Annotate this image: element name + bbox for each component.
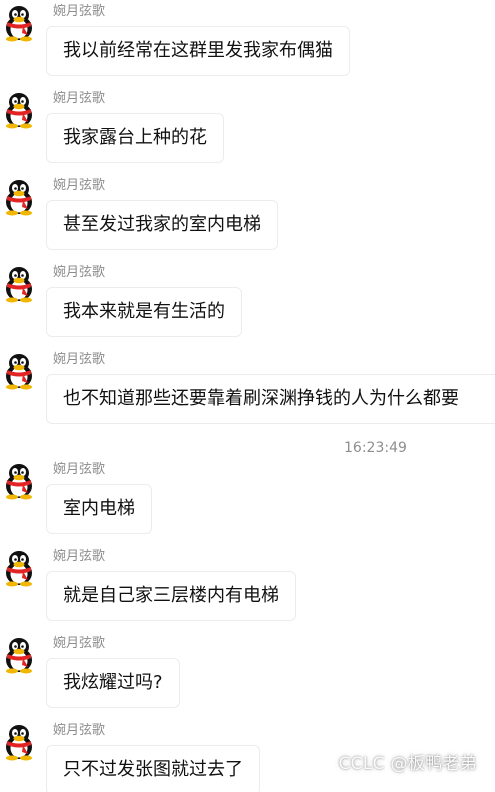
qq-penguin-icon[interactable] [0, 636, 38, 674]
qq-penguin-icon[interactable] [0, 91, 38, 129]
message-bubble[interactable]: 我炫耀过吗? [46, 658, 180, 708]
message-bubble[interactable]: 室内电梯 [46, 484, 152, 534]
sender-name: 婉月弦歌 [53, 549, 106, 564]
sender-name: 婉月弦歌 [53, 178, 106, 193]
message-item: 婉月弦歌 我炫耀过吗? [0, 636, 495, 720]
message-item: 婉月弦歌 我本来就是有生活的 [0, 265, 495, 349]
sender-name: 婉月弦歌 [53, 462, 106, 477]
qq-penguin-icon[interactable] [0, 178, 38, 216]
sender-name: 婉月弦歌 [53, 265, 106, 280]
message-bubble[interactable]: 我本来就是有生活的 [46, 287, 242, 337]
sender-name: 婉月弦歌 [53, 4, 106, 19]
qq-penguin-icon[interactable] [0, 4, 38, 42]
chat-window: 婉月弦歌 我以前经常在这群里发我家布偶猫 婉月弦歌 我家露台上种的花 婉月弦歌 … [0, 0, 495, 792]
message-item: 婉月弦歌 我家露台上种的花 [0, 91, 495, 175]
message-bubble[interactable]: 甚至发过我家的室内电梯 [46, 200, 278, 250]
message-bubble[interactable]: 就是自己家三层楼内有电梯 [46, 571, 296, 621]
qq-penguin-icon[interactable] [0, 723, 38, 761]
message-item: 婉月弦歌 室内电梯 [0, 462, 495, 546]
qq-penguin-icon[interactable] [0, 462, 38, 500]
message-bubble[interactable]: 我以前经常在这群里发我家布偶猫 [46, 26, 350, 76]
qq-penguin-icon[interactable] [0, 352, 38, 390]
qq-penguin-icon[interactable] [0, 549, 38, 587]
message-item: 婉月弦歌 甚至发过我家的室内电梯 [0, 178, 495, 262]
message-bubble[interactable]: 只不过发张图就过去了 [46, 745, 260, 792]
message-bubble[interactable]: 我家露台上种的花 [46, 113, 224, 163]
message-bubble[interactable]: 也不知道那些还要靠着刷深渊挣钱的人为什么都要 [46, 374, 495, 424]
sender-name: 婉月弦歌 [53, 91, 106, 106]
message-item: 婉月弦歌 就是自己家三层楼内有电梯 [0, 549, 495, 633]
sender-name: 婉月弦歌 [53, 352, 106, 367]
qq-penguin-icon[interactable] [0, 265, 38, 303]
sender-name: 婉月弦歌 [53, 723, 106, 738]
timestamp-label: 16:23:49 [344, 440, 407, 456]
message-item: 婉月弦歌 我以前经常在这群里发我家布偶猫 [0, 4, 495, 88]
watermark-label: CCLC @板鸭老弟 [338, 754, 477, 774]
sender-name: 婉月弦歌 [53, 636, 106, 651]
message-item: 婉月弦歌 也不知道那些还要靠着刷深渊挣钱的人为什么都要 [0, 352, 495, 436]
